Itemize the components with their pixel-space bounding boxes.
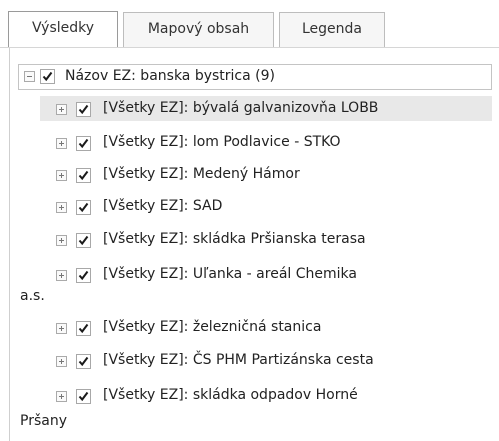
tree-root-label: Názov EZ: banska bystrica (9) bbox=[65, 68, 275, 84]
tab-vysledky[interactable]: Výsledky bbox=[8, 11, 118, 48]
checkbox-item[interactable] bbox=[76, 268, 91, 283]
expand-icon[interactable] bbox=[56, 170, 67, 181]
expand-icon[interactable] bbox=[56, 391, 67, 402]
tree-root-row[interactable]: Názov EZ: banska bystrica (9) bbox=[18, 64, 492, 90]
tree-item-label-wrap[interactable]: a.s. bbox=[20, 288, 45, 304]
expand-icon[interactable] bbox=[56, 104, 67, 115]
checkbox-item[interactable] bbox=[76, 321, 91, 336]
tab-underline bbox=[0, 47, 499, 48]
tree-item-label[interactable]: [Všetky EZ]: skládka odpadov Horné bbox=[103, 387, 358, 403]
check-icon bbox=[78, 270, 89, 281]
checkbox-root[interactable] bbox=[40, 69, 55, 84]
checkbox-item[interactable] bbox=[76, 389, 91, 404]
checkbox-item[interactable] bbox=[76, 102, 91, 117]
check-icon bbox=[78, 138, 89, 149]
tab-bar: Výsledky Mapový obsah Legenda bbox=[0, 0, 499, 48]
checkbox-item[interactable] bbox=[76, 168, 91, 183]
collapse-icon[interactable] bbox=[24, 71, 35, 82]
checkbox-item[interactable] bbox=[76, 233, 91, 248]
tree-item-label[interactable]: [Všetky EZ]: ČS PHM Partizánska cesta bbox=[103, 352, 374, 368]
checkbox-item[interactable] bbox=[76, 136, 91, 151]
check-icon bbox=[78, 235, 89, 246]
expand-icon[interactable] bbox=[56, 235, 67, 246]
check-icon bbox=[78, 170, 89, 181]
panel-left-border bbox=[9, 48, 10, 441]
check-icon bbox=[78, 202, 89, 213]
tree-item-label[interactable]: [Všetky EZ]: lom Podlavice - STKO bbox=[103, 134, 341, 150]
tree-item-label[interactable]: [Všetky EZ]: železničná stanica bbox=[103, 319, 321, 335]
tree-item-label-wrap[interactable]: Pršany bbox=[20, 413, 67, 429]
check-icon bbox=[78, 323, 89, 334]
checkbox-item[interactable] bbox=[76, 354, 91, 369]
check-icon bbox=[78, 104, 89, 115]
expand-icon[interactable] bbox=[56, 323, 67, 334]
check-icon bbox=[78, 391, 89, 402]
check-icon bbox=[78, 356, 89, 367]
tree-item-label[interactable]: [Všetky EZ]: bývalá galvanizovňa LOBB bbox=[103, 100, 378, 116]
expand-icon[interactable] bbox=[56, 138, 67, 149]
expand-icon[interactable] bbox=[56, 202, 67, 213]
tree-item-label[interactable]: [Všetky EZ]: Uľanka - areál Chemika bbox=[103, 266, 357, 282]
expand-icon[interactable] bbox=[56, 356, 67, 367]
tree-item-label[interactable]: [Všetky EZ]: SAD bbox=[103, 198, 222, 214]
expand-icon[interactable] bbox=[56, 270, 67, 281]
tab-mapovy-obsah[interactable]: Mapový obsah bbox=[123, 12, 274, 47]
tab-legenda[interactable]: Legenda bbox=[279, 12, 385, 47]
tree-item-label[interactable]: [Všetky EZ]: Medený Hámor bbox=[103, 166, 300, 182]
check-icon bbox=[42, 71, 53, 82]
checkbox-item[interactable] bbox=[76, 200, 91, 215]
tree-item-label[interactable]: [Všetky EZ]: skládka Pršianska terasa bbox=[103, 231, 366, 247]
